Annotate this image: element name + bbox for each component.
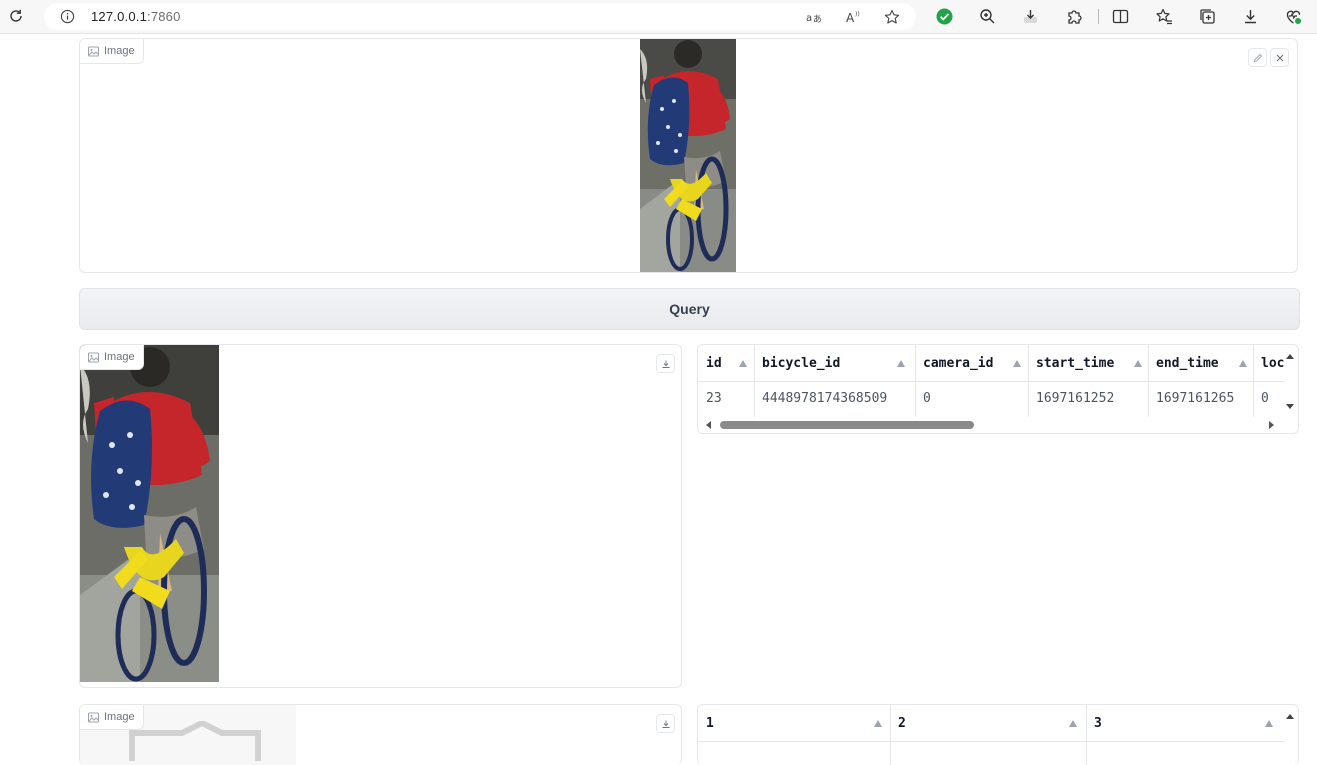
- split-screen-icon[interactable]: [1112, 8, 1129, 25]
- column-header-end-time[interactable]: end_time: [1148, 345, 1253, 382]
- sort-arrow-icon[interactable]: [1069, 720, 1077, 727]
- result-cyclist-image: [80, 345, 219, 682]
- placeholder-shape-icon: [129, 721, 261, 761]
- extensions-puzzle-icon[interactable]: [1066, 8, 1083, 25]
- downloads-icon[interactable]: [1242, 8, 1259, 25]
- image-icon: [88, 46, 99, 56]
- svg-text:)): )): [855, 11, 860, 18]
- collections-icon[interactable]: [1199, 8, 1216, 25]
- scroll-right-arrow-icon[interactable]: [1269, 421, 1274, 429]
- favorite-star-icon[interactable]: [884, 9, 900, 25]
- second-image-label: Image: [80, 705, 144, 730]
- sort-arrow-icon[interactable]: [897, 360, 905, 367]
- reload-icon[interactable]: [8, 8, 24, 24]
- site-info-icon[interactable]: [60, 9, 75, 24]
- table-cell[interactable]: 0: [1253, 382, 1284, 416]
- sort-arrow-icon[interactable]: [1265, 720, 1273, 727]
- favorites-icon[interactable]: [1156, 8, 1173, 25]
- url-host: 127.0.0.1: [91, 9, 148, 24]
- second-table[interactable]: 1 2 3: [697, 704, 1299, 765]
- extension-download-icon[interactable]: [1022, 8, 1039, 25]
- column-header-bicycle-id[interactable]: bicycle_id: [754, 345, 915, 382]
- query-button[interactable]: Query: [79, 288, 1300, 330]
- column-header-1[interactable]: 1: [698, 705, 890, 742]
- column-header-2[interactable]: 2: [890, 705, 1086, 742]
- url-port: :7860: [147, 9, 181, 24]
- svg-text:A: A: [846, 11, 855, 25]
- input-image-label: Image: [80, 39, 144, 64]
- second-image-label-text: Image: [104, 711, 135, 723]
- image-icon: [88, 712, 99, 722]
- pencil-icon: [1253, 53, 1262, 62]
- input-image-label-text: Image: [104, 45, 135, 57]
- download-button[interactable]: [656, 714, 675, 733]
- sort-arrow-icon[interactable]: [739, 360, 747, 367]
- results-table[interactable]: id bicycle_id camera_id start_time end_t…: [697, 344, 1299, 434]
- close-icon: [1276, 54, 1283, 61]
- column-header-loc[interactable]: loc: [1253, 345, 1284, 382]
- sort-arrow-icon[interactable]: [1134, 360, 1142, 367]
- column-header-start-time[interactable]: start_time: [1028, 345, 1148, 382]
- input-image-panel[interactable]: Image: [79, 38, 1298, 273]
- clear-button[interactable]: [1270, 48, 1289, 67]
- table-cell[interactable]: 0: [915, 382, 1028, 416]
- scroll-left-arrow-icon[interactable]: [706, 421, 711, 429]
- result-image-label-text: Image: [104, 351, 135, 363]
- table-cell[interactable]: 4448978174368509: [754, 382, 915, 416]
- column-header-3[interactable]: 3: [1086, 705, 1284, 742]
- download-icon: [662, 360, 669, 368]
- edit-button[interactable]: [1248, 48, 1267, 67]
- scroll-down-arrow-icon[interactable]: [1286, 404, 1294, 409]
- url-text[interactable]: 127.0.0.1:7860: [91, 9, 181, 24]
- column-header-camera-id[interactable]: camera_id: [915, 345, 1028, 382]
- address-bar[interactable]: 127.0.0.1:7860 a あ A )): [44, 3, 916, 30]
- zoom-icon[interactable]: [979, 8, 996, 25]
- horizontal-scrollbar-thumb[interactable]: [720, 421, 974, 429]
- toolbar-separator: [1098, 9, 1099, 24]
- translate-icon[interactable]: a あ: [806, 9, 822, 25]
- scroll-up-arrow-icon[interactable]: [1286, 714, 1294, 719]
- browser-toolbar: 127.0.0.1:7860 a あ A )): [0, 0, 1317, 34]
- svg-text:あ: あ: [813, 14, 822, 25]
- read-aloud-icon[interactable]: A )): [845, 9, 861, 25]
- input-cyclist-image: [640, 39, 736, 272]
- second-image-panel: Image: [79, 704, 682, 765]
- result-image-panel: Image: [79, 344, 682, 688]
- image-icon: [88, 352, 99, 362]
- result-image-label: Image: [80, 345, 144, 370]
- extension-check-icon[interactable]: [936, 8, 953, 25]
- scroll-up-arrow-icon[interactable]: [1286, 354, 1294, 359]
- download-icon: [662, 720, 669, 728]
- table-cell[interactable]: 1697161252: [1028, 382, 1148, 416]
- table-cell[interactable]: 1697161265: [1148, 382, 1253, 416]
- table-cell[interactable]: 23: [698, 382, 754, 416]
- svg-text:a: a: [806, 13, 812, 24]
- sort-arrow-icon[interactable]: [1239, 360, 1247, 367]
- download-button[interactable]: [656, 354, 675, 373]
- browser-essentials-icon[interactable]: [1285, 8, 1302, 25]
- sort-arrow-icon[interactable]: [874, 720, 882, 727]
- sort-arrow-icon[interactable]: [1013, 360, 1021, 367]
